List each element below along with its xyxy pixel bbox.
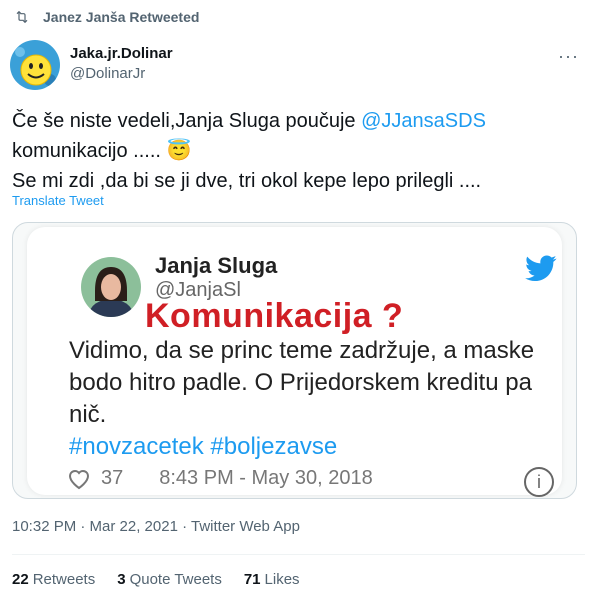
retweet-icon: [16, 10, 28, 24]
angel-emoji-icon: 😇: [166, 140, 192, 162]
embedded-avatar: [81, 257, 141, 317]
avatar[interactable]: [10, 40, 60, 90]
embedded-footer: 37 8:43 PM - May 30, 2018: [67, 467, 373, 490]
embedded-name: Janja Sluga: [155, 253, 278, 278]
tweet-meta[interactable]: 10:32 PM · Mar 22, 2021 · Twitter Web Ap…: [12, 518, 300, 535]
quote-tweets-label: Quote Tweets: [129, 571, 222, 588]
info-icon: i: [524, 467, 554, 497]
mention-link[interactable]: @JJansaSDS: [361, 110, 486, 132]
more-options-icon[interactable]: ···: [558, 46, 579, 67]
retweet-indicator[interactable]: Janez Janša Retweeted: [14, 9, 199, 25]
twitter-bird-icon: [525, 255, 557, 282]
likes-label: Likes: [264, 571, 300, 588]
embedded-tweet-image: Janja Sluga @JanjaSl Komunikacija ? Vidi…: [27, 227, 564, 497]
divider: [12, 554, 585, 555]
translate-tweet-link[interactable]: Translate Tweet: [12, 193, 104, 208]
retweets-count: 22: [12, 571, 29, 588]
retweets-stat[interactable]: 22 Retweets: [12, 571, 95, 588]
embedded-likes: 37: [101, 467, 124, 489]
tweet-line2-text: komunikacijo .....: [12, 140, 161, 162]
heart-icon: [68, 469, 90, 489]
quote-tweets-count: 3: [117, 571, 126, 588]
smiley-avatar-icon: [10, 40, 60, 90]
tweet-line1-text: Če še niste vedeli,Janja Sluga poučuje: [12, 110, 362, 132]
person-photo-icon: [81, 257, 141, 317]
tweet-line3-text: Se mi zdi ,da bi se ji dve, tri okol kep…: [12, 170, 482, 192]
embedded-headline: Komunikacija ?: [145, 297, 404, 335]
retweets-label: Retweets: [32, 571, 96, 588]
embedded-body: Vidimo, da se princ teme zadržuje, a mas…: [69, 335, 564, 463]
retweet-label: Janez Janša Retweeted: [43, 9, 200, 25]
tweet-text: Če še niste vedeli,Janja Sluga poučuje @…: [12, 106, 582, 196]
author-info[interactable]: Jaka.jr.Dolinar @DolinarJr: [70, 44, 173, 84]
quote-tweets-stat[interactable]: 3 Quote Tweets: [117, 571, 222, 588]
tweet-media[interactable]: Janja Sluga @JanjaSl Komunikacija ? Vidi…: [12, 222, 577, 499]
tweet-stats: 22 Retweets 3 Quote Tweets 71 Likes: [12, 571, 322, 588]
likes-stat[interactable]: 71 Likes: [244, 571, 300, 588]
handle[interactable]: @DolinarJr: [70, 64, 173, 84]
embedded-hashtags: #novzacetek #boljezavse: [69, 433, 338, 460]
likes-count: 71: [243, 571, 261, 588]
embedded-timestamp: 8:43 PM - May 30, 2018: [159, 467, 373, 489]
embedded-body-text: Vidimo, da se princ teme zadržuje, a mas…: [69, 337, 535, 428]
display-name[interactable]: Jaka.jr.Dolinar: [70, 44, 173, 64]
